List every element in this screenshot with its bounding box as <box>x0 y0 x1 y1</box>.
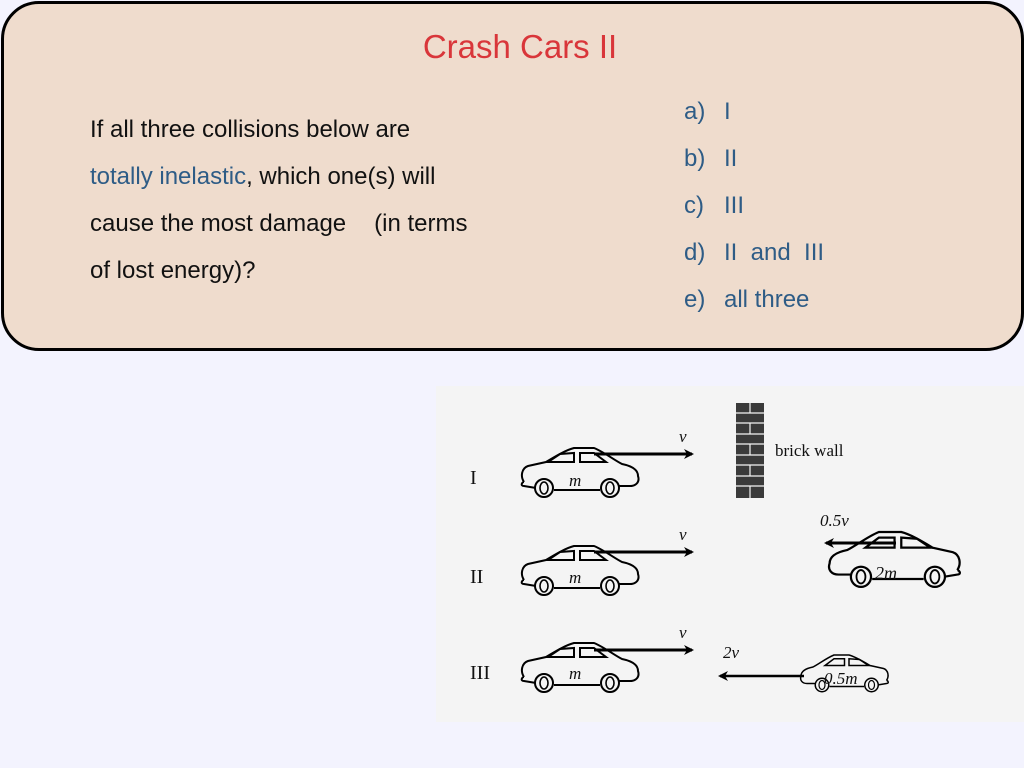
option-text: III <box>724 192 745 219</box>
other-velocity-label: 0.5v <box>820 511 849 530</box>
highlight-term: totally inelastic <box>90 163 247 190</box>
car-mass-label: m <box>569 471 581 490</box>
question-text: If all three collisions below are totall… <box>90 106 550 294</box>
car-mass-label: m <box>569 664 581 683</box>
option-c[interactable]: c) III <box>684 182 824 229</box>
option-d[interactable]: d) II and III <box>684 229 824 276</box>
option-text: I <box>724 98 731 125</box>
question-line-1: If all three collisions below are <box>90 116 411 143</box>
scenario-label-I: I <box>470 467 477 489</box>
question-line-2: totally inelastic, which one(s) will <box>90 153 550 200</box>
scenario-label-II: II <box>470 566 483 588</box>
option-text: II <box>724 145 738 172</box>
wall-label: brick wall <box>775 441 844 460</box>
brick-wall-icon <box>736 403 764 498</box>
car-mass-label: m <box>569 568 581 587</box>
collision-diagram-svg: I m v brick wall II m v 2m 0.5v III m v … <box>470 403 961 693</box>
option-b[interactable]: b) II <box>684 135 824 182</box>
option-e[interactable]: e) all three <box>684 276 824 323</box>
scenario-label-III: III <box>470 662 490 684</box>
option-text: II and III <box>724 239 825 266</box>
velocity-label: v <box>679 525 687 544</box>
question-line-3b: (in terms <box>374 210 468 237</box>
question-line-4: of lost energy)? <box>90 257 256 284</box>
question-line-3: cause the most damage (in terms <box>90 200 550 247</box>
option-letter: c) <box>684 192 704 219</box>
option-letter: e) <box>684 286 706 313</box>
collision-diagram: I m v brick wall II m v 2m 0.5v III m v … <box>436 386 1024 722</box>
question-line-2-rest: , which one(s) will <box>246 163 436 190</box>
other-mass-label: 0.5m <box>824 669 858 688</box>
velocity-label: v <box>679 623 687 642</box>
other-mass-label: 2m <box>875 563 897 583</box>
answer-options: a) I b) II c) III d) II and III e) all three <box>684 88 824 323</box>
question-line-3a: cause the most damage <box>90 210 347 237</box>
other-velocity-label: 2v <box>723 643 740 662</box>
slide-title: Crash Cars II <box>422 28 618 65</box>
option-a[interactable]: a) I <box>684 88 824 135</box>
option-letter: b) <box>684 145 706 172</box>
option-letter: d) <box>684 239 706 266</box>
option-letter: a) <box>684 98 706 125</box>
velocity-label: v <box>679 427 687 446</box>
option-text: all three <box>724 286 810 313</box>
